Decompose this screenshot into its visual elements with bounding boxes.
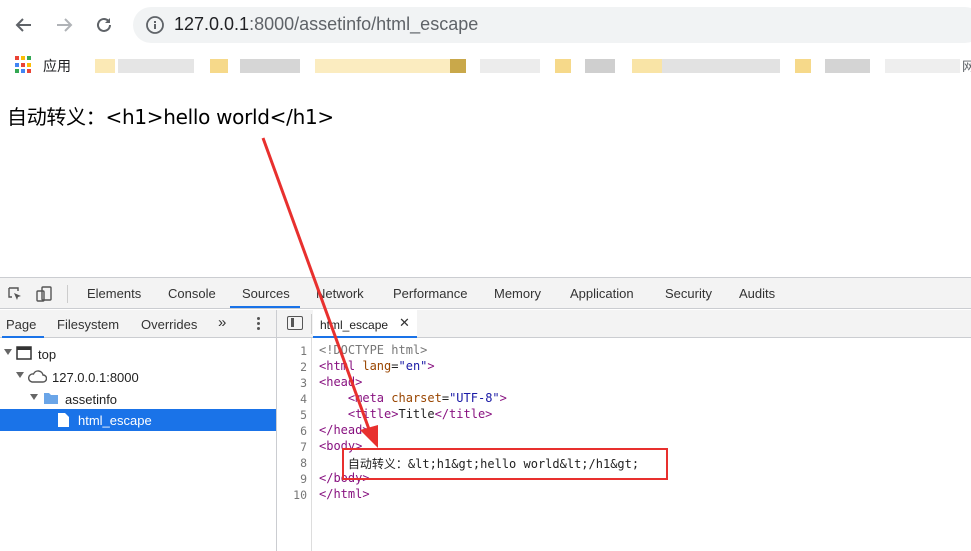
navigator-tab-filesystem[interactable]: Filesystem: [57, 317, 119, 332]
tab-audits[interactable]: Audits: [739, 286, 775, 301]
sources-navigator: Page Filesystem Overrides » top 127.0.0.…: [0, 310, 277, 551]
editor-file-tab[interactable]: html_escape ✕: [313, 310, 417, 338]
line-number: 5: [300, 408, 307, 422]
file-icon: [58, 413, 69, 427]
tab-security[interactable]: Security: [665, 286, 712, 301]
tab-network[interactable]: Network: [316, 286, 364, 301]
bookmark-folder-blurred[interactable]: [795, 59, 811, 73]
url-host: 127.0.0.1: [174, 14, 250, 34]
bookmark-blurred[interactable]: [480, 59, 540, 73]
code-line-5[interactable]: <title>Title</title>: [319, 407, 493, 421]
code-line-3[interactable]: <head>: [319, 375, 362, 389]
forward-button[interactable]: [50, 11, 78, 39]
tree-item-folder[interactable]: assetinfo: [0, 388, 276, 410]
line-number: 3: [300, 376, 307, 390]
tree-item-label: 127.0.0.1:8000: [52, 370, 139, 385]
tab-console[interactable]: Console: [168, 286, 216, 301]
expand-triangle-icon[interactable]: [30, 394, 38, 400]
line-number: 6: [300, 424, 307, 438]
more-tabs-button[interactable]: »: [218, 314, 226, 331]
bookmark-blurred[interactable]: [825, 59, 870, 73]
bookmark-folder-blurred[interactable]: [210, 59, 228, 73]
devtools-tabbar: Elements Console Sources Network Perform…: [0, 277, 971, 309]
code-token: <!DOCTYPE html>: [319, 343, 428, 357]
editor-file-tab-label: html_escape: [320, 318, 389, 332]
navigator-tab-page[interactable]: Page: [6, 317, 36, 332]
toggle-navigator-icon[interactable]: [287, 316, 303, 330]
inspect-element-icon[interactable]: [7, 286, 23, 302]
line-number: 2: [300, 360, 307, 374]
code-line-10[interactable]: </html>: [319, 487, 370, 501]
toolbar-divider: [311, 314, 312, 334]
line-number: 7: [300, 440, 307, 454]
close-icon[interactable]: ✕: [399, 315, 410, 331]
code-line-2[interactable]: <html lang="en">: [319, 359, 435, 373]
line-number: 10: [293, 488, 307, 502]
expand-triangle-icon[interactable]: [16, 372, 24, 378]
code-line-6[interactable]: </head>: [319, 423, 370, 437]
active-tab-indicator: [230, 306, 300, 308]
tree-item-host[interactable]: 127.0.0.1:8000: [0, 366, 276, 388]
browser-toolbar: 127.0.0.1:8000/assetinfo/html_escape: [0, 0, 971, 50]
toolbar-divider: [67, 285, 68, 303]
line-number-gutter: 1 2 3 4 5 6 7 8 9 10: [277, 338, 312, 551]
expand-triangle-icon[interactable]: [4, 349, 12, 355]
cloud-icon: [28, 370, 47, 383]
tab-elements[interactable]: Elements: [87, 286, 141, 301]
tree-item-top[interactable]: top: [0, 343, 276, 365]
code-line-4[interactable]: <meta charset="UTF-8">: [319, 391, 507, 405]
bookmark-blurred[interactable]: [662, 59, 780, 73]
url-text[interactable]: 127.0.0.1:8000/assetinfo/html_escape: [174, 14, 478, 35]
bookmark-folder-blurred[interactable]: [450, 59, 466, 73]
tab-application[interactable]: Application: [570, 286, 634, 301]
tab-sources[interactable]: Sources: [242, 286, 290, 301]
line-number: 4: [300, 392, 307, 406]
tab-performance[interactable]: Performance: [393, 286, 467, 301]
reload-button[interactable]: [90, 11, 118, 39]
more-options-icon[interactable]: [255, 315, 261, 333]
bookmark-blurred[interactable]: [240, 59, 300, 73]
url-path: :8000/assetinfo/html_escape: [249, 14, 479, 34]
code-line-1[interactable]: <!DOCTYPE html>: [319, 343, 427, 357]
bookmark-truncated-label[interactable]: 网: [962, 56, 971, 75]
arrow-right-icon: [57, 18, 73, 32]
line-number: 8: [300, 456, 307, 470]
editor-tabbar: html_escape ✕: [277, 310, 971, 338]
tree-item-file-selected[interactable]: html_escape: [0, 409, 276, 431]
bookmark-folder-blurred[interactable]: [555, 59, 571, 73]
bookmark-blurred[interactable]: [118, 59, 194, 73]
back-button[interactable]: [10, 11, 38, 39]
reload-icon: [97, 17, 111, 32]
navigator-tab-overrides[interactable]: Overrides: [141, 317, 197, 332]
line-number: 9: [300, 472, 307, 486]
page-escaped-text: 自动转义：<h1>hello world</h1>: [7, 105, 334, 129]
annotation-highlight-box: [342, 448, 668, 480]
frame-icon: [16, 346, 32, 360]
tab-memory[interactable]: Memory: [494, 286, 541, 301]
bookmark-blurred[interactable]: [885, 59, 960, 73]
bookmark-blurred[interactable]: [315, 59, 450, 73]
apps-bookmark-label[interactable]: 应用: [43, 56, 71, 76]
bookmark-blurred[interactable]: [585, 59, 615, 73]
device-toolbar-icon[interactable]: [36, 286, 52, 302]
tree-item-label: assetinfo: [65, 392, 118, 407]
navigator-tabbar: Page Filesystem Overrides »: [0, 310, 276, 338]
folder-icon: [44, 393, 58, 404]
line-number: 1: [300, 344, 307, 358]
info-icon[interactable]: [145, 15, 165, 35]
bookmark-folder-blurred[interactable]: [95, 59, 115, 73]
bookmark-folder-blurred[interactable]: [632, 59, 662, 73]
tree-item-label: html_escape: [78, 413, 152, 428]
navigator-active-indicator: [2, 336, 44, 338]
apps-grid-icon[interactable]: [15, 56, 33, 74]
arrow-left-icon: [15, 18, 31, 32]
address-bar[interactable]: 127.0.0.1:8000/assetinfo/html_escape: [133, 7, 971, 43]
tree-item-label: top: [38, 347, 57, 362]
